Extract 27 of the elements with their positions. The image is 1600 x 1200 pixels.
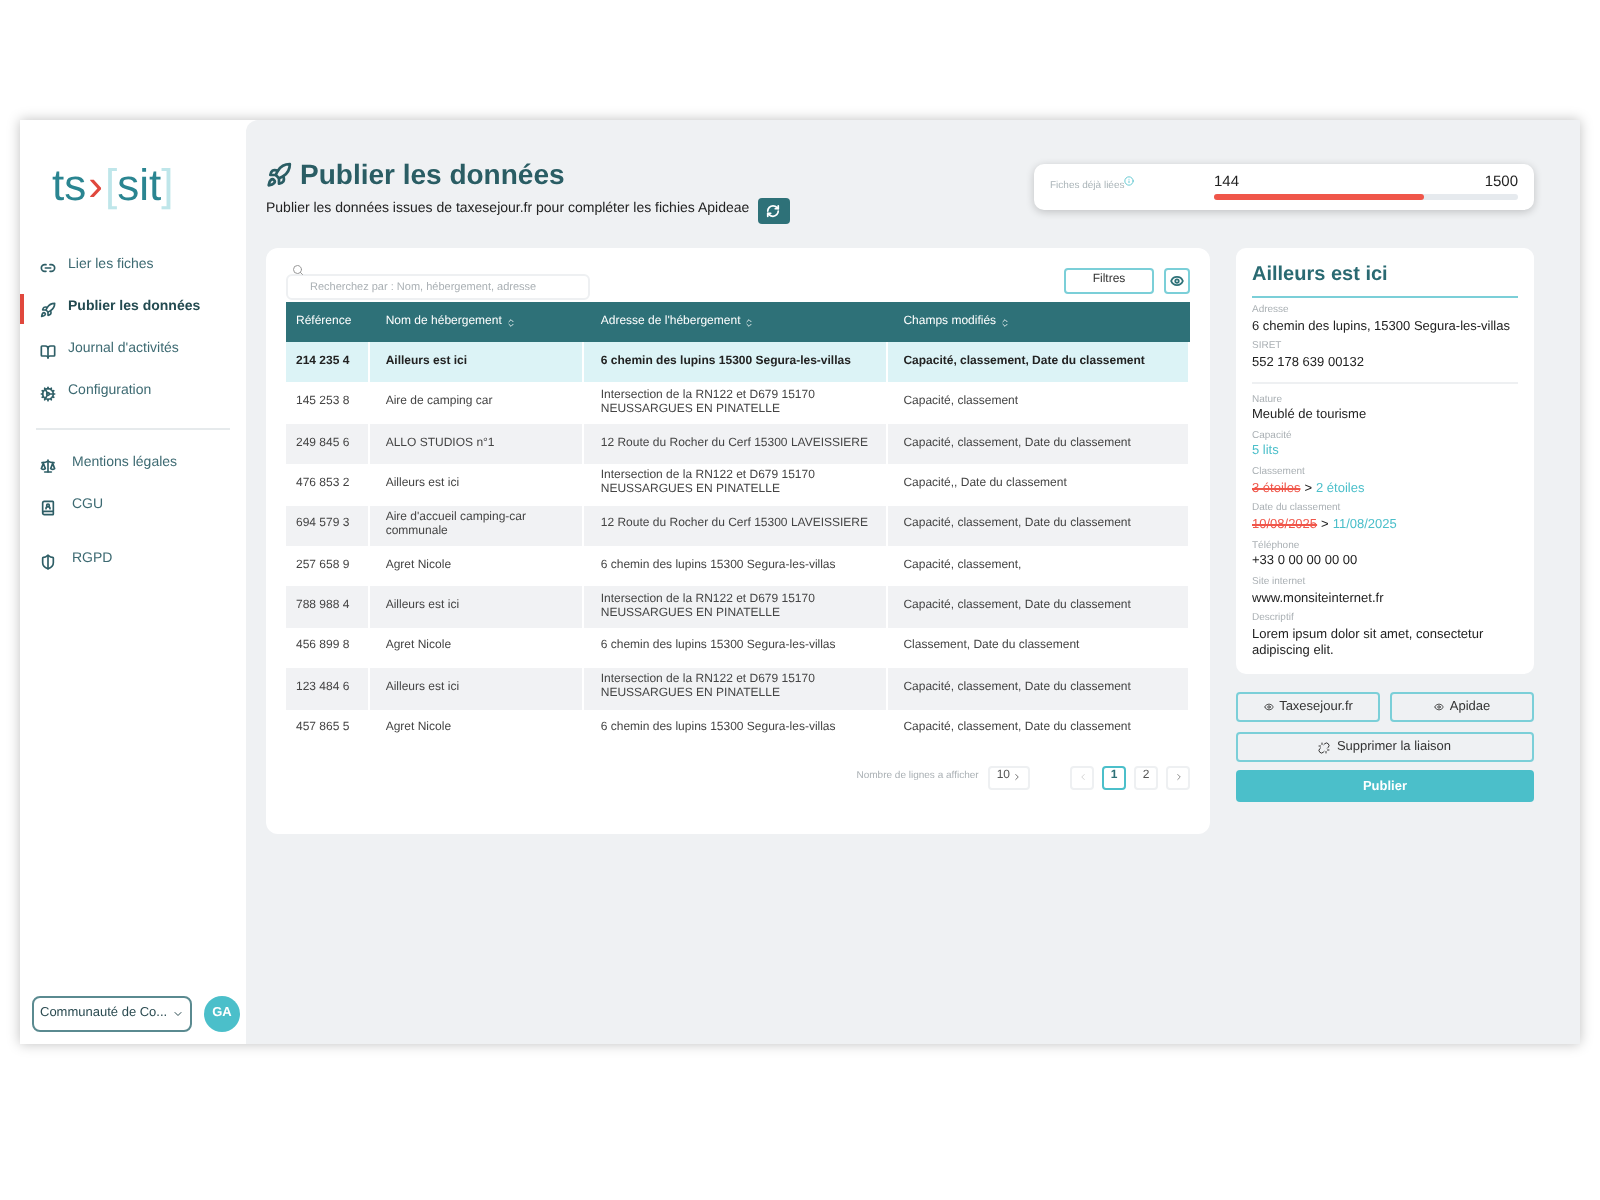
chevron-left-icon: [1077, 772, 1087, 783]
chevron-right-icon: [1012, 772, 1022, 783]
search-icon: [292, 264, 304, 276]
refresh-button[interactable]: [757, 198, 790, 224]
sort-icon: [505, 317, 516, 327]
eye-icon: [1433, 702, 1444, 713]
rocket-icon: [266, 161, 292, 187]
sort-icon: [744, 317, 755, 327]
book-icon: [40, 499, 56, 515]
shield-icon: [40, 553, 56, 569]
rocket-icon: [40, 301, 56, 317]
info-icon: [1124, 175, 1135, 186]
scale-icon: [40, 457, 56, 473]
chevron-down-icon: [172, 1008, 184, 1020]
link-icon: [40, 259, 56, 275]
chevron-right-icon: [1173, 772, 1183, 783]
book-icon: [40, 343, 56, 359]
unlink-icon: [1318, 741, 1331, 754]
detail-title: Ailleurs est ici: [1252, 260, 1518, 298]
sort-icon: [1000, 317, 1011, 327]
refresh-icon: [766, 204, 781, 218]
visibility-button[interactable]: [1164, 268, 1190, 294]
gear-icon: [40, 385, 56, 401]
eye-icon: [1263, 702, 1274, 713]
eye-icon: [1170, 274, 1184, 288]
page-title: Publier les données: [300, 160, 565, 188]
logo: ts›[sit]: [52, 164, 176, 208]
